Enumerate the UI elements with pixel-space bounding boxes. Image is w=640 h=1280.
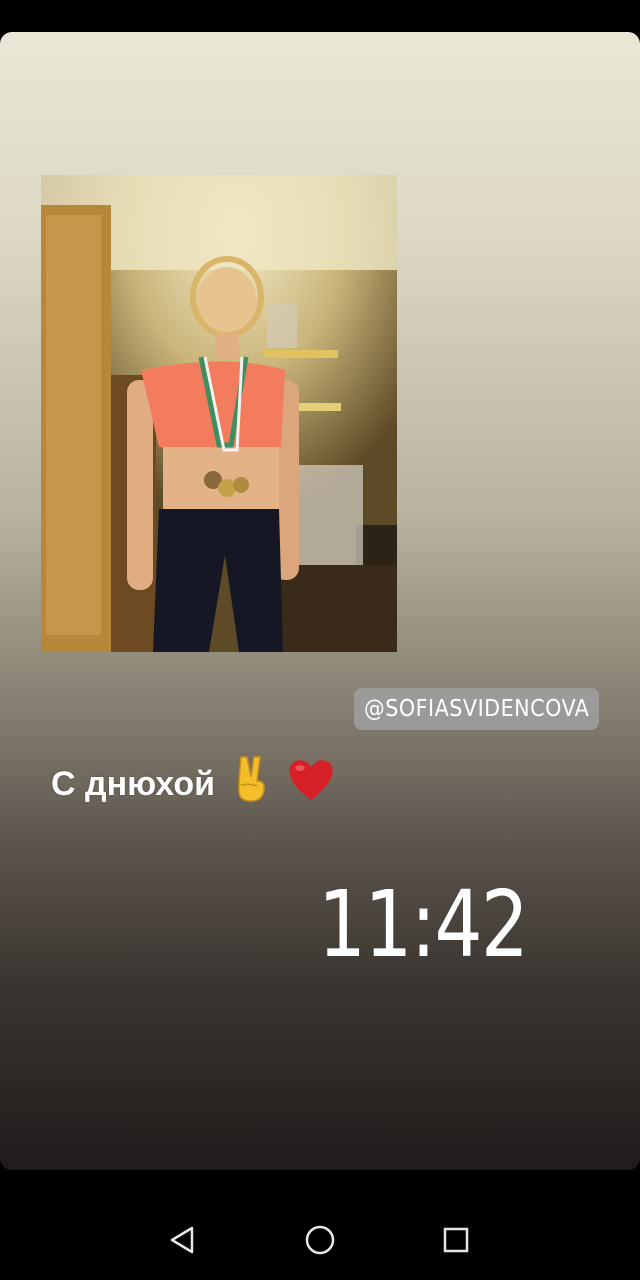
recents-square-icon[interactable] <box>436 1220 476 1260</box>
story-photo <box>41 175 397 652</box>
story-card[interactable]: @SOFIASVIDENCOVA С днюхой 11:42 <box>0 32 640 1170</box>
home-circle-icon[interactable] <box>300 1220 340 1260</box>
mention-sticker[interactable]: @SOFIASVIDENCOVA <box>354 688 600 730</box>
screen: @SOFIASVIDENCOVA С днюхой 11:42 <box>0 0 640 1280</box>
navigation-bar <box>0 1170 640 1280</box>
victory-hand-emoji <box>231 755 271 817</box>
back-triangle-icon[interactable] <box>162 1220 202 1260</box>
time-sticker[interactable]: 11:42 <box>318 870 529 980</box>
caption-label: С днюхой <box>51 764 216 803</box>
red-heart-emoji <box>286 756 336 816</box>
caption-text: С днюхой <box>51 755 336 817</box>
photo-illustration <box>41 175 397 652</box>
